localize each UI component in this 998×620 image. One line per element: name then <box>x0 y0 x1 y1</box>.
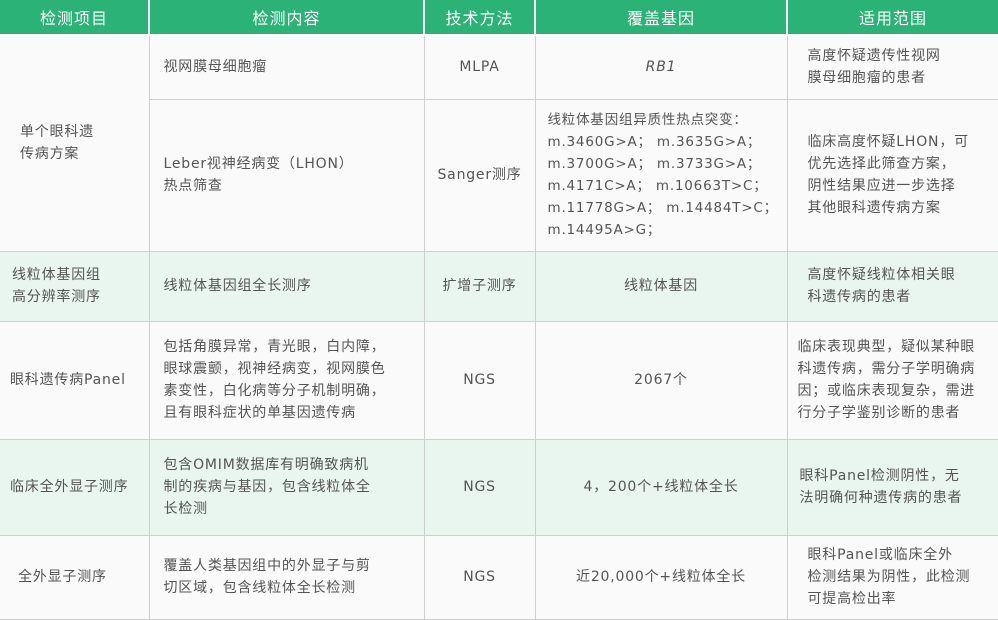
genes-line: m.3700G>A； m.3733G>A； <box>547 156 762 172</box>
scope-line: 临床表现典型，疑似某种眼 <box>797 339 976 355</box>
genes-line: 4，200个+线粒体全长 <box>583 479 739 495</box>
content-line: 线粒体基因组全长测序 <box>163 278 312 294</box>
scope-cell: 高度怀疑遗传性视网 膜母细胞瘤的患者 <box>786 34 998 100</box>
genes-cell: 2067个 <box>534 320 788 440</box>
scope-line: 科遗传病的患者 <box>807 289 912 305</box>
table-row: 全外显子测序 覆盖人类基因组中的外显子与剪 切区域，包含线粒体全长检测 NGS … <box>0 534 998 620</box>
content-line: 包括角膜异常，青光眼，白内障， <box>163 339 386 355</box>
scope-line: 膜母细胞瘤的患者 <box>807 70 926 87</box>
item-line: 高分辨率测序 <box>12 289 101 305</box>
header-method: 技术方法 <box>424 0 536 36</box>
genes-line: 近20,000个+线粒体全长 <box>576 569 746 585</box>
content-line: 视网膜母细胞瘤 <box>163 59 268 76</box>
header-genes: 覆盖基因 <box>535 0 788 36</box>
genes-line: RB1 <box>645 59 677 76</box>
genes-line: 2067个 <box>634 372 688 388</box>
scope-line: 行分子学鉴别诊断的患者 <box>797 405 961 421</box>
genes-line: m.11778G>A； m.14484T>C； <box>547 200 778 216</box>
header-scope: 适用范围 <box>787 0 998 36</box>
scope-line: 眼科Panel检测阴性，无 <box>799 468 960 484</box>
method-cell: NGS <box>423 320 536 440</box>
content-cell: Leber视神经病变（LHON） 热点筛查 <box>149 98 425 252</box>
table-row: 单个眼科遗 传病方案 视网膜母细胞瘤 MLPA RB1 高度怀疑遗传性视网 膜母… <box>0 34 998 252</box>
content-cell: 包括角膜异常，青光眼，白内障， 眼球震颤，视神经病变，视网膜色 素变性，白化病等… <box>148 320 425 440</box>
header-test-content: 检测内容 <box>149 0 425 36</box>
genes-cell: 4，200个+线粒体全长 <box>534 438 788 536</box>
scope-cell: 临床高度怀疑LHON，可 优先选择此筛查方案， 阴性结果应进一步选择 其他眼科遗… <box>786 98 998 252</box>
scope-cell: 临床表现典型，疑似某种眼 科遗传病，需分子学明确病 因；或临床表现复杂，需进 行… <box>786 320 998 440</box>
item-cell: 临床全外显子测序 <box>0 438 150 536</box>
scope-cell: 高度怀疑线粒体相关眼 科遗传病的患者 <box>786 250 998 322</box>
content-line: 覆盖人类基因组中的外显子与剪 <box>163 558 371 574</box>
genes-cell: 线粒体基因 <box>534 250 788 322</box>
content-line: Leber视神经病变（LHON） <box>163 156 354 172</box>
content-line: 包含OMIM数据库有明确致病机 <box>163 457 369 473</box>
header-test-item: 检测项目 <box>0 0 150 36</box>
method-cell: 扩增子测序 <box>423 250 536 322</box>
scope-line: 法明确何种遗传病的患者 <box>799 490 963 506</box>
item-cell: 单个眼科遗 传病方案 <box>0 34 150 252</box>
scope-line: 科遗传病，需分子学明确病 <box>797 361 976 377</box>
table-row: 线粒体基因组 高分辨率测序 线粒体基因组全长测序 扩增子测序 线粒体基因 高度怀… <box>0 250 998 322</box>
table-row: 眼科遗传病Panel 包括角膜异常，青光眼，白内障， 眼球震颤，视神经病变，视网… <box>0 320 998 440</box>
scope-line: 阴性结果应进一步选择 <box>807 178 956 194</box>
item-line: 传病方案 <box>20 146 80 163</box>
genes-cell: 近20,000个+线粒体全长 <box>534 534 788 620</box>
item-line: 临床全外显子测序 <box>10 479 129 495</box>
content-line: 热点筛查 <box>163 178 223 194</box>
scope-line: 可提高检出率 <box>807 591 897 607</box>
item-line: 单个眼科遗 <box>20 124 94 141</box>
method-cell: MLPA <box>423 34 536 100</box>
content-line: 眼球震颤，视神经病变，视网膜色 <box>163 361 386 377</box>
table-header-row: 检测项目 检测内容 技术方法 覆盖基因 适用范围 <box>0 0 998 36</box>
genes-line: 线粒体基因 <box>624 278 698 294</box>
scope-line: 优先选择此筛查方案， <box>807 156 956 172</box>
content-line: 素变性，白化病等分子机制明确， <box>163 383 386 399</box>
method-cell: NGS <box>423 438 536 536</box>
scope-line: 检测结果为阴性，此检测 <box>807 569 971 585</box>
scope-line: 临床高度怀疑LHON，可 <box>807 134 969 150</box>
scope-line: 高度怀疑遗传性视网 <box>807 48 941 65</box>
content-line: 切区域，包含线粒体全长检测 <box>163 580 356 596</box>
scope-line: 因；或临床表现复杂，需进 <box>797 383 976 399</box>
scope-cell: 眼科Panel检测阴性，无 法明确何种遗传病的患者 <box>786 438 998 536</box>
item-cell: 眼科遗传病Panel <box>0 320 150 440</box>
content-line: 制的疾病与基因，包含线粒体全 <box>163 479 371 495</box>
genes-cell: RB1 <box>534 34 788 100</box>
method-cell: NGS <box>423 534 536 620</box>
item-line: 线粒体基因组 <box>12 267 101 283</box>
content-line: 长检测 <box>163 501 208 517</box>
content-line: 且有眼科症状的单基因遗传病 <box>163 405 356 421</box>
gene-test-table: 检测项目 检测内容 技术方法 覆盖基因 适用范围 单个眼科遗 传病方案 视网膜母… <box>0 0 998 620</box>
genes-cell: 线粒体基因组异质性热点突变： m.3460G>A； m.3635G>A； m.3… <box>534 98 788 252</box>
scope-line: 眼科Panel或临床全外 <box>807 547 953 563</box>
scope-line: 高度怀疑线粒体相关眼 <box>807 267 956 283</box>
scope-line: 其他眼科遗传病方案 <box>807 200 941 216</box>
item-cell: 线粒体基因组 高分辨率测序 <box>0 250 150 322</box>
method-cell: Sanger测序 <box>423 98 536 252</box>
genes-line: m.14495A>G； <box>547 222 662 238</box>
item-line: 眼科遗传病Panel <box>10 372 126 388</box>
table-row: 临床全外显子测序 包含OMIM数据库有明确致病机 制的疾病与基因，包含线粒体全 … <box>0 438 998 536</box>
scope-cell: 眼科Panel或临床全外 检测结果为阴性，此检测 可提高检出率 <box>786 534 998 620</box>
genes-line: m.4171C>A； m.10663T>C； <box>547 178 768 194</box>
item-line: 全外显子测序 <box>18 569 107 585</box>
table-row: Leber视神经病变（LHON） 热点筛查 Sanger测序 线粒体基因组异质性… <box>0 98 998 252</box>
genes-line: m.3460G>A； m.3635G>A； <box>547 134 762 150</box>
item-cell: 全外显子测序 <box>0 534 150 620</box>
content-cell: 视网膜母细胞瘤 <box>148 34 425 100</box>
content-cell: 覆盖人类基因组中的外显子与剪 切区域，包含线粒体全长检测 <box>148 534 425 620</box>
content-cell: 线粒体基因组全长测序 <box>148 250 425 322</box>
content-cell: 包含OMIM数据库有明确致病机 制的疾病与基因，包含线粒体全 长检测 <box>148 438 425 536</box>
genes-line: 线粒体基因组异质性热点突变： <box>547 112 748 128</box>
